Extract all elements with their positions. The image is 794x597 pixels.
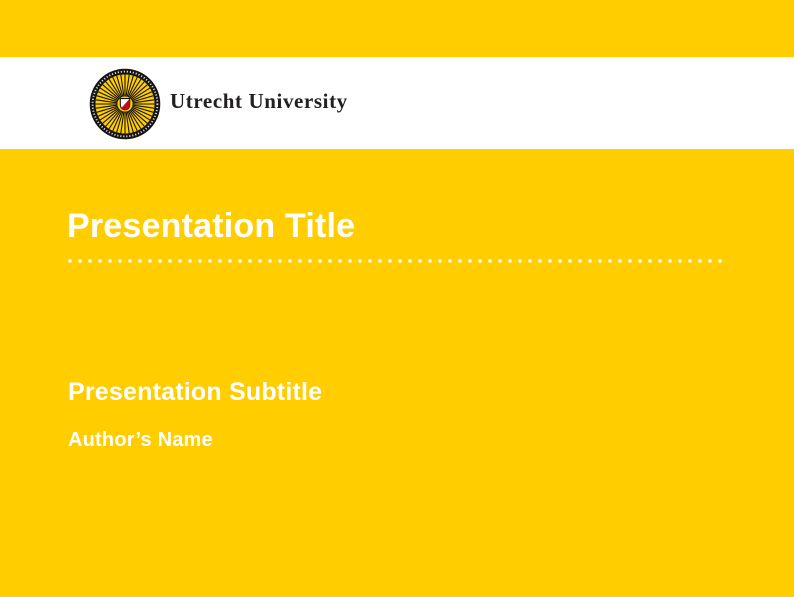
- dotted-separator: [68, 257, 728, 265]
- university-wordmark: Utrecht University: [170, 89, 348, 114]
- utrecht-university-seal-icon: [89, 68, 161, 140]
- slide-body: Presentation Title Presentation Subtitle…: [0, 149, 794, 597]
- presentation-subtitle: Presentation Subtitle: [68, 378, 322, 407]
- header-band: Utrecht University: [0, 57, 794, 149]
- presentation-title: Presentation Title: [67, 207, 355, 246]
- author-name: Author’s Name: [68, 429, 213, 452]
- top-accent-bar: [0, 0, 794, 57]
- presentation-slide: Utrecht University Presentation Title Pr…: [0, 0, 794, 597]
